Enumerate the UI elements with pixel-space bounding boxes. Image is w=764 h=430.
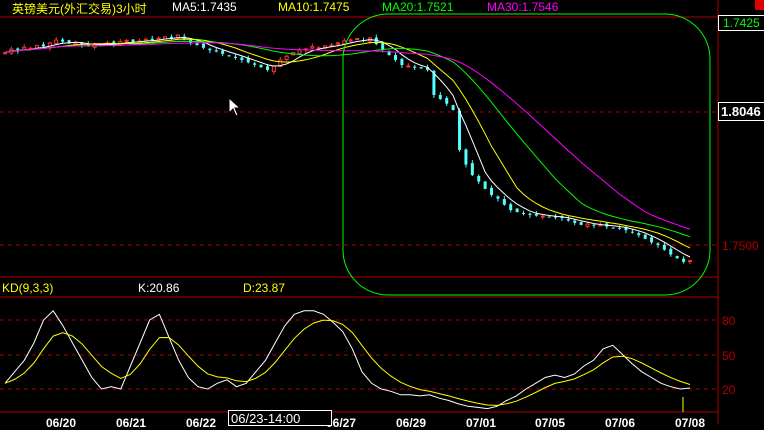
date-label: 06/20 — [46, 416, 77, 430]
candle-down — [201, 43, 205, 48]
candle-down — [458, 110, 462, 150]
mouse-cursor-icon — [228, 97, 242, 117]
candle-down — [381, 42, 385, 50]
candle-down — [669, 248, 673, 255]
candle-down — [547, 216, 551, 218]
candle-down — [528, 213, 532, 215]
candle-up — [297, 49, 302, 55]
chart-canvas[interactable] — [0, 0, 764, 424]
k-line — [4, 310, 691, 410]
ma5-label: MA5:1.7435 — [172, 0, 237, 14]
candle-down — [496, 196, 500, 199]
candle-down — [400, 58, 404, 66]
candle-down — [573, 220, 577, 223]
candle-down — [221, 50, 225, 54]
d-value: D:23.87 — [243, 281, 286, 295]
highlight-region — [342, 13, 711, 296]
candle-down — [470, 163, 474, 176]
candle-down — [611, 227, 615, 229]
date-label: 07/05 — [535, 416, 566, 430]
candle-down — [490, 187, 494, 195]
candle-up — [355, 38, 360, 41]
candle-down — [515, 208, 519, 212]
candle-up — [54, 39, 59, 44]
candle-up — [540, 215, 545, 218]
d-line — [4, 319, 691, 406]
candle-down — [579, 221, 583, 225]
candle-down — [643, 234, 647, 239]
candle-down — [509, 204, 513, 211]
ma10-line — [4, 38, 691, 249]
candle-up — [348, 39, 353, 42]
ma30-line — [4, 42, 691, 230]
candle-down — [214, 50, 218, 52]
candle-up — [335, 42, 340, 45]
candle-up — [124, 39, 129, 43]
candle-down — [265, 66, 269, 70]
candle-up — [688, 260, 692, 263]
candle-down — [240, 57, 244, 60]
candle-down — [592, 224, 596, 226]
candle-up — [22, 46, 27, 50]
current-price-tag: 1.7425 — [718, 15, 764, 31]
kd-axis-80: 80 — [722, 314, 736, 328]
candle-down — [259, 64, 263, 68]
candle-down — [534, 213, 538, 216]
ma30-label: MA30:1.7546 — [487, 0, 559, 14]
candle-up — [156, 37, 161, 40]
candle-up — [271, 65, 276, 72]
ma10-label: MA10:1.7475 — [278, 0, 350, 14]
candle-down — [233, 56, 237, 58]
candle-up — [310, 46, 315, 49]
k-value: K:20.86 — [138, 281, 180, 295]
candle-down — [502, 199, 506, 205]
candle-down — [566, 219, 570, 221]
candle-down — [246, 58, 250, 63]
candle-down — [464, 149, 468, 165]
candle-down — [477, 175, 481, 182]
candle-down — [682, 258, 686, 262]
cursor-price-tag: 1.8046 — [718, 102, 764, 121]
candle-down — [650, 237, 654, 243]
candle-down — [618, 227, 622, 229]
candle-down — [522, 212, 526, 214]
candle-down — [675, 256, 679, 259]
kd-axis-20: 20 — [722, 383, 736, 397]
candle-down — [41, 44, 45, 47]
candle-up — [284, 55, 289, 60]
ma20-label: MA20:1.7521 — [382, 0, 454, 14]
candle-down — [483, 181, 487, 189]
date-label: 07/01 — [466, 416, 497, 430]
candle-down — [662, 244, 666, 250]
candle-down — [413, 66, 417, 68]
candle-down — [630, 231, 634, 233]
date-label: 06/21 — [116, 416, 147, 430]
date-label: 07/08 — [675, 416, 706, 430]
ma20-line — [4, 40, 691, 238]
candle-down — [253, 63, 257, 65]
candle-down — [61, 39, 65, 42]
candle-up — [585, 223, 590, 227]
candle-up — [329, 44, 334, 47]
candle-down — [150, 38, 154, 40]
candle-down — [419, 67, 423, 69]
candle-down — [208, 48, 212, 51]
candle-down — [227, 55, 231, 57]
price-grid-label: 1.7500 — [722, 239, 759, 253]
candle-down — [451, 105, 455, 111]
kd-axis-50: 50 — [722, 349, 736, 363]
window-marker — [755, 0, 764, 10]
chart-title: 英镑美元(外汇交易)3小时 — [12, 2, 147, 16]
candle-down — [394, 55, 398, 60]
date-label: 06/22 — [186, 416, 217, 430]
candle-down — [656, 243, 660, 245]
date-label: 06/29 — [396, 416, 427, 430]
candle-down — [637, 233, 641, 236]
candle-up — [406, 65, 411, 68]
date-label: 07/06 — [605, 416, 636, 430]
candle-up — [73, 42, 78, 45]
kd-title: KD(9,3,3) — [2, 281, 54, 295]
candle-down — [445, 97, 449, 104]
candle-down — [438, 94, 442, 99]
